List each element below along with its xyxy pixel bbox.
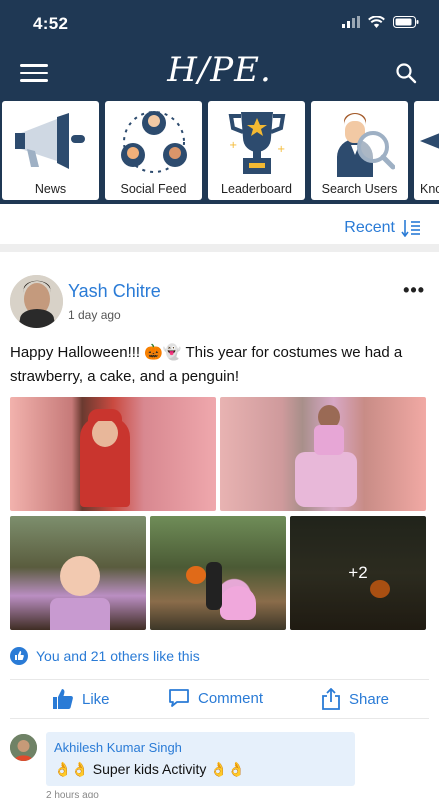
comment-label: Comment: [198, 689, 264, 707]
status-icons: [342, 16, 419, 28]
like-label: Like: [82, 690, 110, 708]
post-image[interactable]: [10, 516, 146, 630]
hype-logo: H/PE.: [167, 50, 272, 90]
feed-post: Yash Chitre 1 day ago ••• Happy Hallowee…: [0, 260, 439, 798]
more-options-icon[interactable]: •••: [403, 280, 425, 301]
nav-tile-news[interactable]: News: [2, 101, 99, 200]
likes-text: You and 21 others like this: [36, 648, 200, 664]
status-time: 4:52: [33, 14, 69, 33]
signal-icon: [342, 16, 360, 28]
comment-text: 👌👌 Super kids Activity 👌👌: [54, 761, 246, 777]
share-icon: [322, 688, 340, 710]
post-image[interactable]: [10, 397, 216, 511]
nav-tile-search-users[interactable]: Search Users: [311, 101, 408, 200]
thumbs-up-icon: [53, 689, 73, 709]
post-image[interactable]: [220, 397, 426, 511]
megaphone-icon: [14, 113, 85, 169]
wifi-icon: [368, 16, 385, 28]
commenter-avatar[interactable]: [10, 734, 37, 761]
feed-filter-bar: Recent: [0, 204, 439, 252]
app-screen: 4:52 H/PE. News Social Feed + + Leaderbo…: [0, 0, 439, 798]
likes-summary[interactable]: You and 21 others like this: [10, 647, 200, 665]
recent-label: Recent: [344, 219, 395, 236]
share-label: Share: [349, 690, 390, 708]
post-timestamp: 1 day ago: [68, 308, 121, 322]
sort-icon: [401, 220, 420, 237]
nav-strip: News Social Feed + + Leaderboard Search …: [0, 100, 439, 204]
people-network-icon: [120, 111, 187, 173]
svg-text:+: +: [277, 144, 285, 155]
nav-tile-label: News: [34, 182, 67, 196]
hamburger-menu-icon[interactable]: [20, 64, 48, 86]
like-badge-icon: [10, 647, 28, 665]
trophy-icon: + +: [228, 112, 285, 174]
comment-timestamp: 2 hours ago: [46, 790, 99, 798]
nav-tile-label: Leaderboard: [221, 182, 292, 196]
nav-tile-leaderboard[interactable]: + + Leaderboard: [208, 101, 305, 200]
post-text: Happy Halloween!!! 🎃👻 This year for cost…: [10, 344, 403, 385]
svg-text:+: +: [229, 140, 237, 151]
app-header: 4:52 H/PE.: [0, 0, 439, 100]
like-button[interactable]: Like: [52, 688, 110, 710]
battery-icon: [393, 16, 419, 28]
avatar-photo: [10, 275, 63, 328]
search-icon[interactable]: [395, 62, 417, 84]
post-image-more[interactable]: +2: [290, 516, 426, 630]
comment-author[interactable]: Akhilesh Kumar Singh: [54, 740, 347, 755]
nav-tile-label: Search Users: [321, 182, 398, 196]
share-button[interactable]: Share: [321, 688, 389, 710]
post-actions-bar: Like Comment Share: [10, 679, 429, 719]
post-author-name[interactable]: Yash Chitre: [68, 281, 161, 302]
comment-icon: [169, 689, 189, 707]
nav-tile-label: Social Feed: [120, 182, 187, 196]
graduation-cap-icon: [420, 133, 439, 149]
more-images-count: +2: [290, 516, 426, 630]
author-avatar[interactable]: [10, 275, 63, 328]
nav-tile-label: Kno: [420, 182, 439, 196]
search-user-icon: [336, 113, 395, 177]
comment-button[interactable]: Comment: [168, 688, 263, 708]
nav-tile-knowledge[interactable]: Kno: [414, 101, 439, 200]
recent-sort-button[interactable]: Recent: [344, 219, 421, 237]
post-image[interactable]: [150, 516, 286, 630]
comment-bubble: Akhilesh Kumar Singh 👌👌 Super kids Activ…: [46, 732, 355, 786]
commenter-avatar-photo: [10, 734, 37, 761]
nav-tile-social-feed[interactable]: Social Feed: [105, 101, 202, 200]
